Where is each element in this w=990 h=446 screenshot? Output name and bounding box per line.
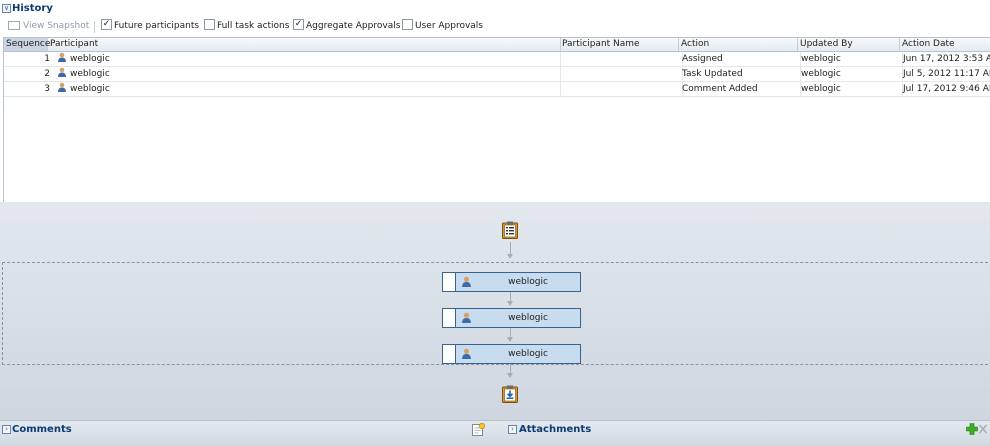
arrow-down-icon [507,373,513,378]
history-header: ∨ History [0,0,990,17]
user-icon [58,52,66,62]
table-row[interactable]: 2 weblogic Task Updated weblogic Jul 5, … [4,67,990,82]
checkbox-unchecked-icon[interactable] [204,19,215,30]
toolbar-separator [94,21,95,33]
column-header-action[interactable]: Action [679,38,798,51]
cell-sequence: 1 [44,54,50,64]
arrow-down-icon [507,254,513,259]
expand-chevron-icon[interactable]: › [2,425,11,434]
node-label: weblogic [508,277,548,287]
future-participants-label: Future participants [114,21,200,31]
history-toolbar: View Snapshot ✓ Future participants Full … [0,17,990,36]
node-label: weblogic [508,313,548,323]
cell-action-date: Jul 5, 2012 11:17 AM [903,69,990,79]
delete-icon[interactable] [978,423,988,435]
flow-connector [510,242,511,254]
node-marker [443,273,456,291]
cell-participant: weblogic [54,82,110,96]
history-title: History [12,3,53,14]
cell-action: Comment Added [679,82,801,96]
aggregate-approvals-checkbox[interactable]: ✓ Aggregate Approvals [293,19,401,33]
cell-action: Task Updated [679,67,801,81]
participant-name: weblogic [70,54,110,64]
cell-updated-by: weblogic [798,52,903,66]
user-icon [58,82,66,92]
cell-action: Assigned [679,52,801,66]
view-snapshot-label: View Snapshot [23,21,90,31]
aggregate-approvals-label: Aggregate Approvals [306,21,401,31]
full-task-actions-label: Full task actions [217,21,290,31]
flow-node[interactable]: weblogic [442,344,581,364]
cell-participant-name [560,52,683,66]
checkbox-unchecked-icon[interactable] [402,19,413,30]
checkbox-checked-icon[interactable]: ✓ [293,19,304,30]
arrow-down-icon [507,337,513,342]
user-approvals-checkbox[interactable]: User Approvals [402,19,483,33]
cell-action-date: Jul 17, 2012 9:46 AM [903,84,990,94]
user-icon [462,312,471,323]
collapse-chevron-icon[interactable]: ∨ [2,4,11,13]
user-icon [462,348,471,359]
clipboard-list-icon [502,221,518,239]
table-row[interactable]: 1 weblogic Assigned weblogic Jun 17, 201… [4,52,990,67]
cell-updated-by: weblogic [798,67,903,81]
comments-title[interactable]: Comments [12,424,72,435]
cell-participant: weblogic [54,52,110,66]
user-icon [462,276,471,287]
column-header-participant[interactable]: Participant [48,38,561,51]
column-header-action-date[interactable]: Action Date [900,38,990,51]
cell-action-date: Jun 17, 2012 3:53 AM [903,54,990,64]
cell-participant: weblogic [54,67,110,81]
node-marker [443,345,456,363]
user-icon [58,67,66,77]
full-task-actions-checkbox[interactable]: Full task actions [204,19,290,33]
participant-name: weblogic [70,84,110,94]
approval-flow-diagram: weblogic weblogic weblogic [0,202,990,420]
clipboard-download-icon [502,385,518,403]
expand-chevron-icon[interactable]: › [508,425,517,434]
cell-sequence: 3 [44,84,50,94]
column-header-participant-name[interactable]: Participant Name [560,38,679,51]
table-row[interactable]: 3 weblogic Comment Added weblogic Jul 17… [4,82,990,97]
node-marker [443,309,456,327]
cell-participant-name [560,82,683,96]
bottom-panel-bar: › Comments › Attachments [0,420,990,446]
view-snapshot-button[interactable]: View Snapshot [8,20,89,33]
cell-sequence: 2 [44,69,50,79]
flow-node[interactable]: weblogic [442,272,581,292]
add-comment-icon[interactable] [472,423,485,436]
snapshot-icon [8,21,20,30]
table-header: Sequence Participant Participant Name Ac… [4,38,990,52]
user-approvals-label: User Approvals [415,21,483,31]
column-header-updated-by[interactable]: Updated By [798,38,900,51]
node-label: weblogic [508,349,548,359]
attachments-title[interactable]: Attachments [519,424,591,435]
cell-participant-name [560,67,683,81]
column-header-sequence[interactable]: Sequence [4,38,50,51]
add-icon[interactable] [966,423,978,435]
future-participants-checkbox[interactable]: ✓ Future participants [101,19,200,33]
checkbox-checked-icon[interactable]: ✓ [101,19,112,30]
participant-name: weblogic [70,69,110,79]
arrow-down-icon [507,301,513,306]
flow-node[interactable]: weblogic [442,308,581,328]
history-table: Sequence Participant Participant Name Ac… [3,37,990,203]
cell-updated-by: weblogic [798,82,903,96]
